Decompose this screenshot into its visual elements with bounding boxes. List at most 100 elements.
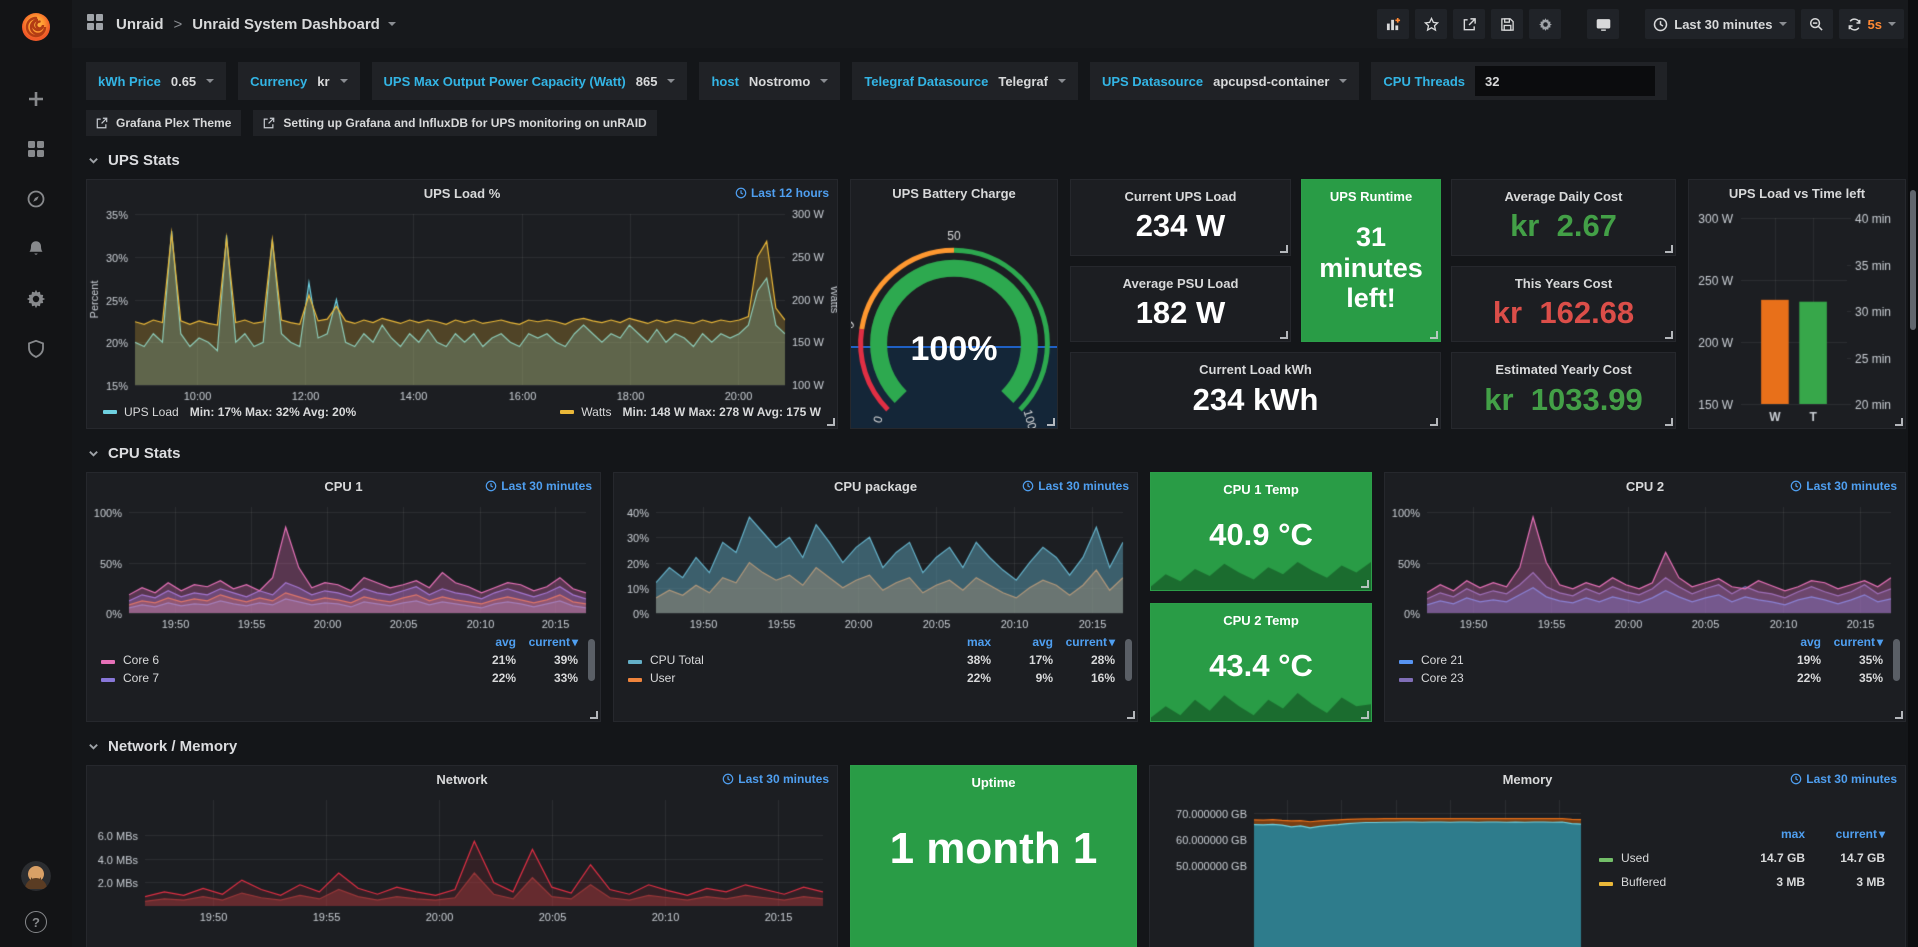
series-color-swatch[interactable] [103,410,117,414]
breadcrumb-folder[interactable]: Unraid [116,16,164,33]
series-color-swatch[interactable] [101,678,115,682]
refresh-button[interactable]: 5s [1839,9,1904,39]
legend-column-current[interactable]: current [1809,822,1889,846]
legend-column-current[interactable]: current [1825,633,1887,651]
ups-load-vs-time-chart[interactable] [1689,206,1905,428]
series-name[interactable]: Used [1621,851,1649,865]
series-name[interactable]: Core 7 [123,671,159,685]
panel-resize-handle[interactable] [1665,418,1673,426]
panel-resize-handle[interactable] [1127,711,1135,719]
stat-title[interactable]: Estimated Yearly Cost [1452,353,1675,377]
series-color-swatch[interactable] [628,660,642,664]
share-dashboard-button[interactable] [1453,9,1485,39]
dashboard-grid-icon[interactable] [86,13,104,36]
panel-resize-handle[interactable] [1280,245,1288,253]
stat-title[interactable]: Current UPS Load [1071,180,1290,204]
panel-time-override-badge[interactable]: Last 12 hours [735,186,829,200]
stat-title[interactable]: Current Load kWh [1071,353,1440,377]
dashboards-icon[interactable] [25,138,47,160]
legend-column-current[interactable]: current [1057,633,1119,651]
variable-value[interactable]: apcupsd-container [1213,74,1329,89]
link-ups-monitoring-guide[interactable]: Setting up Grafana and InfluxDB for UPS … [253,110,656,136]
panel-title[interactable]: UPS Battery Charge [851,186,1057,201]
variable-value[interactable]: 865 [636,74,658,89]
scrollbar-thumb[interactable] [1910,190,1916,330]
refresh-interval-label[interactable]: 5s [1868,17,1882,32]
legend-column-max[interactable]: max [1729,822,1809,846]
variable-value[interactable]: 0.65 [171,74,196,89]
stat-title[interactable]: CPU 2 Temp [1151,604,1371,628]
zoom-out-time-button[interactable] [1801,9,1833,39]
panel-resize-handle[interactable] [1361,711,1369,719]
variable-value[interactable]: Nostromo [749,74,810,89]
series-color-swatch[interactable] [101,660,115,664]
series-name[interactable]: Watts [581,405,611,419]
section-network-memory[interactable]: Network / Memory [88,738,1902,755]
series-name[interactable]: UPS Load [124,405,179,419]
series-name[interactable]: Core 23 [1421,671,1464,685]
series-name[interactable]: Core 6 [123,653,159,667]
variable-value[interactable]: Telegraf [998,74,1048,89]
configuration-gear-icon[interactable] [25,288,47,310]
legend-column-avg[interactable]: avg [1763,633,1825,651]
create-plus-icon[interactable] [25,88,47,110]
panel-resize-handle[interactable] [1430,418,1438,426]
section-ups-stats[interactable]: UPS Stats [88,152,1902,169]
panel-resize-handle[interactable] [1665,331,1673,339]
legend-scrollbar[interactable] [1893,639,1900,681]
panel-resize-handle[interactable] [1665,245,1673,253]
cpu-package-chart[interactable] [614,499,1137,633]
dashboard-title[interactable]: Unraid System Dashboard [192,16,396,33]
variable-ups-max-output[interactable]: UPS Max Output Power Capacity (Watt) 865 [372,62,688,100]
variable-kwh-price[interactable]: kWh Price 0.65 [86,62,226,100]
link-grafana-plex-theme[interactable]: Grafana Plex Theme [86,110,241,136]
cpu2-chart[interactable] [1385,499,1905,633]
series-color-swatch[interactable] [1399,678,1413,682]
series-name[interactable]: User [650,671,675,685]
page-scrollbar[interactable] [1908,0,1918,947]
legend-column-current[interactable]: current [520,633,582,651]
variable-host[interactable]: host Nostromo [699,62,840,100]
panel-title[interactable]: UPS Load vs Time left [1689,186,1905,201]
series-color-swatch[interactable] [1599,858,1613,862]
variable-currency[interactable]: Currency kr [238,62,359,100]
grafana-logo-icon[interactable] [19,10,53,44]
panel-title[interactable]: UPS Load % [87,186,837,201]
panel-time-override-badge[interactable]: Last 30 minutes [1790,479,1897,493]
panel-resize-handle[interactable] [590,711,598,719]
variable-telegraf-datasource[interactable]: Telegraf Datasource Telegraf [852,62,1078,100]
cpu-threads-input[interactable] [1475,66,1655,96]
series-color-swatch[interactable] [560,410,574,414]
series-name[interactable]: Buffered [1621,875,1666,889]
variable-value[interactable]: kr [317,74,329,89]
panel-time-override-badge[interactable]: Last 30 minutes [1790,772,1897,786]
series-color-swatch[interactable] [628,678,642,682]
series-name[interactable]: CPU Total [650,653,704,667]
legend-column-avg[interactable]: avg [995,633,1057,651]
series-color-swatch[interactable] [1599,882,1613,886]
panel-time-override-badge[interactable]: Last 30 minutes [722,772,829,786]
panel-resize-handle[interactable] [827,418,835,426]
legend-scrollbar[interactable] [588,639,595,681]
dashboard-settings-button[interactable] [1529,9,1561,39]
panel-resize-handle[interactable] [1361,580,1369,588]
server-admin-shield-icon[interactable] [25,338,47,360]
stat-title[interactable]: Average Daily Cost [1452,180,1675,204]
time-range-picker[interactable]: Last 30 minutes [1645,9,1794,39]
panel-resize-handle[interactable] [1280,331,1288,339]
add-panel-button[interactable] [1377,9,1409,39]
save-dashboard-button[interactable] [1491,9,1523,39]
panel-resize-handle[interactable] [1430,331,1438,339]
tv-cycle-view-button[interactable] [1587,9,1619,39]
memory-chart[interactable] [1150,792,1595,947]
explore-compass-icon[interactable] [25,188,47,210]
variable-ups-datasource[interactable]: UPS Datasource apcupsd-container [1090,62,1359,100]
series-name[interactable]: Core 21 [1421,653,1464,667]
network-chart[interactable] [87,792,837,926]
star-dashboard-button[interactable] [1415,9,1447,39]
legend-scrollbar[interactable] [1125,639,1132,681]
user-avatar[interactable] [21,861,51,891]
stat-title[interactable]: UPS Runtime [1302,180,1440,204]
ups-load-chart[interactable] [87,206,837,405]
help-icon[interactable]: ? [25,911,47,933]
